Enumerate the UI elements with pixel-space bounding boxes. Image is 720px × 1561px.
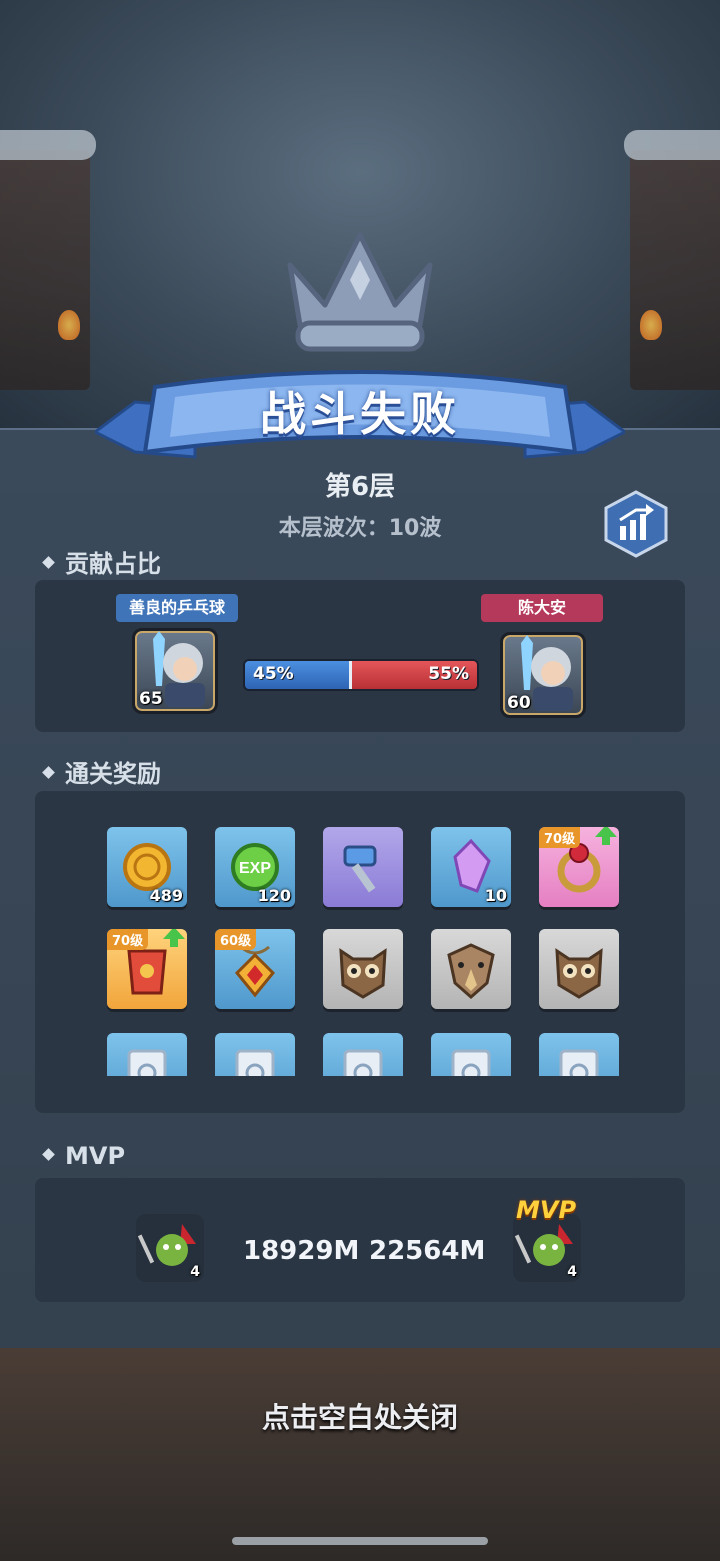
home-indicator[interactable] [232,1537,488,1545]
diamond-bullet-icon [42,765,55,779]
reward-level: 60级 [215,929,257,950]
svg-text:EXP: EXP [239,860,271,877]
mvp-section-title: MVP [42,1142,125,1170]
hero-avatar-left[interactable]: 65 [132,628,218,714]
mvp-unit-right[interactable]: 4 [513,1214,581,1282]
reward-item[interactable]: 10 [431,827,511,907]
owl-mask-icon [339,948,387,999]
owl-mask-icon [555,948,603,999]
reward-item[interactable]: 60级 [215,929,295,1009]
contribution-section-title: 贡献占比 [42,544,161,579]
stats-button[interactable] [602,490,670,558]
reward-item[interactable] [431,929,511,1009]
player-name-right: 陈大安 [481,594,603,622]
crown-icon [287,232,433,352]
contribution-left-percent: 45% [253,664,294,684]
eagle-mask-icon [447,943,495,999]
reward-item[interactable]: 489 [107,827,187,907]
background-house-left [0,130,96,390]
reward-level: 70级 [539,827,581,848]
upgrade-arrow-icon [595,827,617,845]
close-hint[interactable]: 点击空白处关闭 [0,1396,720,1436]
diamond-bullet-icon [42,555,55,569]
mvp-unit-left[interactable]: 4 [136,1214,204,1282]
hammer-icon [343,845,377,893]
rewards-grid[interactable]: 489 EXP 120 10 70级 70级 60级 [35,818,685,1076]
reward-item[interactable] [323,1033,403,1076]
mvp-box [35,1178,685,1302]
scroll-icon [343,1049,383,1076]
rewards-section-title: 通关奖励 [42,754,161,789]
reward-item[interactable] [323,827,403,907]
mvp-damage-right: 22564M [369,1236,486,1266]
result-title: 战斗失败 [260,387,460,441]
hero-avatar-right[interactable]: 60 [500,632,586,718]
reward-item[interactable] [323,929,403,1009]
reward-quantity: 489 [149,886,183,905]
scroll-icon [235,1049,275,1076]
contribution-right-percent: 55% [428,664,469,684]
scroll-icon [559,1049,599,1076]
reward-item[interactable]: 70级 [539,827,619,907]
reward-quantity: 10 [484,886,507,905]
reward-item[interactable] [107,1033,187,1076]
background-house-right [624,130,720,390]
scroll-icon [451,1049,491,1076]
torch-icon [640,310,662,340]
reward-level: 70级 [107,929,149,950]
reward-item[interactable] [215,1033,295,1076]
mvp-count-left: 4 [190,1264,200,1280]
reward-item[interactable] [431,1033,511,1076]
mvp-damage-left: 18929M [243,1236,360,1266]
reward-item[interactable]: EXP 120 [215,827,295,907]
diamond-bullet-icon [42,1147,55,1161]
contribution-right-fill: 55% [352,661,477,689]
mvp-count-right: 4 [567,1264,577,1280]
battlefield-bottom[interactable] [0,1348,720,1561]
reward-item[interactable] [539,929,619,1009]
scroll-icon [127,1049,167,1076]
upgrade-arrow-icon [163,929,185,947]
reward-item[interactable]: 70级 [107,929,187,1009]
hero-level-left: 65 [139,689,163,709]
mvp-badge: MVP [516,1196,577,1224]
hero-level-right: 60 [507,693,531,713]
contribution-left-fill: 45% [245,661,350,689]
player-name-left: 善良的乒乓球 [116,594,238,622]
torch-icon [58,310,80,340]
contribution-ratio-bar: 45% 55% [243,659,479,691]
reward-item[interactable] [539,1033,619,1076]
reward-quantity: 120 [257,886,291,905]
